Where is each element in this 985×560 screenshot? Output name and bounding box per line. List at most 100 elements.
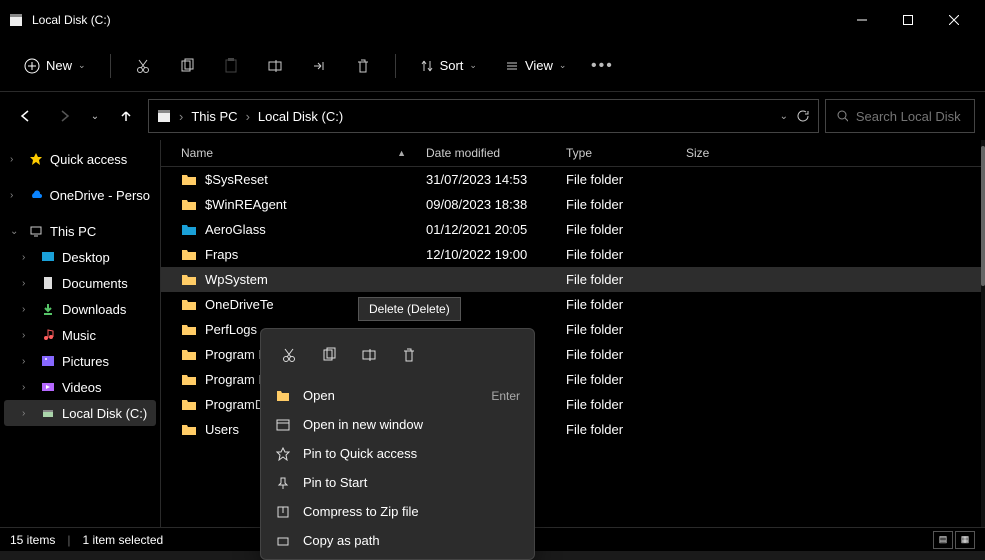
scrollbar-thumb[interactable] [981,146,985,286]
context-pin-to-quick-access[interactable]: Pin to Quick access [261,439,534,468]
address-bar[interactable]: › This PC › Local Disk (C:) ⌄ [148,99,819,133]
minimize-button[interactable] [839,4,885,36]
back-button[interactable] [10,100,42,132]
file-name: Users [205,422,239,437]
file-row[interactable]: AeroGlass01/12/2021 20:05File folder [161,217,985,242]
sidebar-item-local-disk-c-[interactable]: ›Local Disk (C:) [4,400,156,426]
close-button[interactable] [931,4,977,36]
sidebar-item-this-pc[interactable]: ⌄ This PC [4,218,156,244]
doc-icon [40,275,56,291]
chevron-icon: › [22,278,34,289]
column-headers: Name▲ Date modified Type Size [161,140,985,167]
title-bar: Local Disk (C:) [0,0,985,40]
file-date: 31/07/2023 14:53 [426,172,566,187]
tooltip: Delete (Delete) [358,297,461,321]
file-type: File folder [566,347,686,362]
folder-icon [181,373,197,387]
scrollbar[interactable] [981,140,985,527]
sidebar-item-desktop[interactable]: ›Desktop [4,244,156,270]
file-row[interactable]: WpSystemFile folder [161,267,985,292]
column-name[interactable]: Name▲ [171,146,426,160]
column-type[interactable]: Type [566,146,686,160]
sidebar-label: Documents [62,276,128,291]
sort-button[interactable]: Sort ⌄ [410,52,487,79]
file-type: File folder [566,297,686,312]
context-label: Open [303,388,335,403]
context-pin-to-start[interactable]: Pin to Start [261,468,534,497]
sidebar-item-music[interactable]: ›Music [4,322,156,348]
file-name: OneDriveTe [205,297,274,312]
cut-button[interactable] [125,48,161,84]
sort-icon [420,59,434,73]
sidebar-item-documents[interactable]: › Documents [4,270,156,296]
disk-icon [8,12,24,28]
rename-icon [361,347,377,363]
context-copy-button[interactable] [311,337,347,373]
view-button[interactable]: View ⌄ [495,52,577,79]
rename-button[interactable] [257,48,293,84]
breadcrumb-segment[interactable]: This PC [191,109,237,124]
folder-icon [181,248,197,262]
file-row[interactable]: $WinREAgent09/08/2023 18:38File folder [161,192,985,217]
file-row[interactable]: Fraps12/10/2022 19:00File folder [161,242,985,267]
breadcrumb-segment[interactable]: Local Disk (C:) [258,109,343,124]
sidebar-item-videos[interactable]: ›Videos [4,374,156,400]
sidebar-item-downloads[interactable]: ›Downloads [4,296,156,322]
window-icon [275,418,291,432]
more-button[interactable]: ••• [584,48,620,84]
forward-button[interactable] [48,100,80,132]
file-type: File folder [566,372,686,387]
sidebar-item-quick-access[interactable]: ›Quick access [4,146,156,172]
sidebar-item-pictures[interactable]: ›Pictures [4,348,156,374]
column-date[interactable]: Date modified [426,146,566,160]
file-date: 09/08/2023 18:38 [426,197,566,212]
share-icon [311,58,327,74]
sidebar: ›Quick access›OneDrive - Perso⌄This PC›D… [0,140,160,527]
file-type: File folder [566,422,686,437]
context-delete-button[interactable] [391,337,427,373]
file-type: File folder [566,272,686,287]
search-box[interactable] [825,99,975,133]
maximize-button[interactable] [885,4,931,36]
sidebar-label: Local Disk (C:) [62,406,147,421]
up-button[interactable] [110,100,142,132]
file-row[interactable]: OneDriveTe File folder [161,292,985,317]
recent-button[interactable]: ⌄ [86,100,104,132]
new-button[interactable]: New ⌄ [14,52,96,80]
context-compress-to-zip-file[interactable]: Compress to Zip file [261,497,534,526]
chevron-icon: › [10,190,22,201]
file-name: $WinREAgent [205,197,287,212]
share-button[interactable] [301,48,337,84]
file-type: File folder [566,172,686,187]
file-row[interactable]: $SysReset31/07/2023 14:53File folder [161,167,985,192]
chevron-icon: ⌄ [10,226,22,237]
sidebar-label: This PC [50,224,96,239]
search-input[interactable] [856,109,964,124]
window-title: Local Disk (C:) [32,13,839,27]
context-menu: OpenEnter Open in new window Pin to Quick … [260,328,535,560]
file-type: File folder [566,397,686,412]
pin-star-icon [275,447,291,461]
sidebar-item-onedrive-perso[interactable]: ›OneDrive - Perso [4,182,156,208]
disk-icon [40,405,56,421]
context-rename-button[interactable] [351,337,387,373]
thumbnails-view-button[interactable]: ▦ [955,531,975,549]
refresh-button[interactable] [796,109,810,123]
delete-button[interactable] [345,48,381,84]
context-open-in-new-window[interactable]: Open in new window [261,410,534,439]
chevron-icon: › [22,356,34,367]
chevron-down-icon[interactable]: ⌄ [780,111,788,122]
context-cut-button[interactable] [271,337,307,373]
video-icon [40,379,56,395]
chevron-down-icon: ⌄ [559,60,567,71]
cloud-icon [28,187,44,203]
copy-button[interactable] [169,48,205,84]
folder-icon [181,398,197,412]
context-label: Open in new window [303,417,423,432]
file-type: File folder [566,322,686,337]
selection-count: 1 item selected [82,533,163,547]
details-view-button[interactable]: ▤ [933,531,953,549]
context-open[interactable]: OpenEnter [261,381,534,410]
column-size[interactable]: Size [686,146,766,160]
paste-button[interactable] [213,48,249,84]
